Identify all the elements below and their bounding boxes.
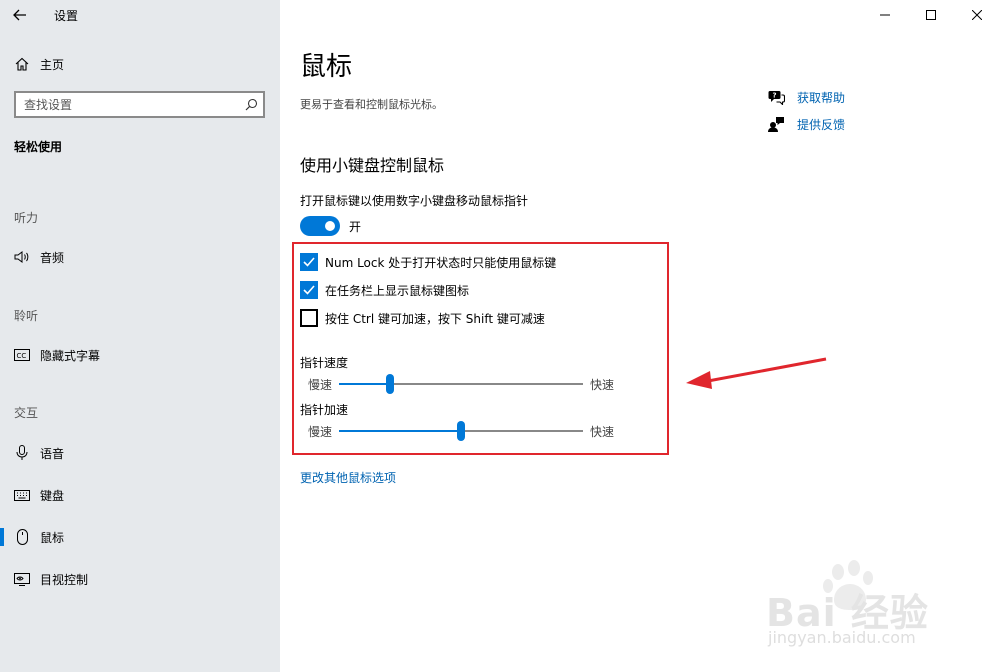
speaker-icon — [14, 249, 30, 265]
titlebar-left: 设置 — [0, 0, 280, 30]
sidebar-item-label: 键盘 — [40, 488, 65, 503]
home-icon — [14, 56, 30, 72]
minimize-icon — [880, 14, 890, 16]
give-feedback-link[interactable]: 提供反馈 — [768, 115, 845, 133]
search-input[interactable] — [16, 97, 239, 112]
svg-text:?: ? — [773, 91, 777, 99]
microphone-icon — [14, 445, 30, 461]
sidebar-item-captions[interactable]: CC 隐藏式字幕 — [0, 340, 280, 370]
sidebar: 设置 主页 轻松使用 听力 音频 聆听 CC 隐藏式字幕 交互 语音 — [0, 0, 280, 672]
mouse-icon — [14, 529, 30, 545]
mouse-keys-toggle[interactable] — [300, 216, 340, 236]
app-title: 设置 — [54, 8, 79, 23]
category-title: 轻松使用 — [14, 140, 63, 154]
sidebar-item-label: 鼠标 — [40, 530, 65, 545]
get-help-link[interactable]: ? 获取帮助 — [768, 88, 845, 106]
closed-captions-icon: CC — [14, 347, 30, 363]
minimize-button[interactable] — [862, 0, 908, 30]
sidebar-item-label: 主页 — [40, 57, 65, 72]
mouse-keys-caption: 打开鼠标键以使用数字小键盘移动鼠标指针 — [300, 194, 529, 208]
sidebar-item-label: 音频 — [40, 250, 65, 265]
toggle-knob — [325, 221, 335, 231]
section-label-hearing: 听力 — [14, 211, 39, 225]
sidebar-item-eye-control[interactable]: 目视控制 — [0, 564, 280, 594]
section-title: 使用小键盘控制鼠标 — [300, 156, 445, 175]
sidebar-item-label: 目视控制 — [40, 572, 89, 587]
sidebar-item-home[interactable]: 主页 — [0, 50, 280, 78]
give-feedback-label: 提供反馈 — [797, 117, 846, 132]
back-arrow-icon — [13, 9, 26, 21]
watermark-site: jingyan.baidu.com — [768, 628, 916, 647]
sidebar-item-speech[interactable]: 语音 — [0, 438, 280, 468]
feedback-icon — [768, 117, 784, 132]
svg-text:CC: CC — [17, 352, 27, 360]
page-title: 鼠标 — [300, 52, 353, 82]
search-icon[interactable] — [239, 93, 263, 116]
keyboard-icon — [14, 487, 30, 503]
sidebar-item-label: 隐藏式字幕 — [40, 348, 101, 363]
more-mouse-options-link[interactable]: 更改其他鼠标选项 — [300, 469, 396, 486]
sidebar-item-audio[interactable]: 音频 — [0, 242, 280, 272]
search-box[interactable] — [14, 91, 265, 118]
sidebar-item-label: 语音 — [40, 446, 65, 461]
page-description: 更易于查看和控制鼠标光标。 — [300, 98, 443, 111]
eye-control-icon — [14, 571, 30, 587]
maximize-icon — [926, 10, 936, 20]
section-label-interaction: 交互 — [14, 406, 39, 420]
get-help-label: 获取帮助 — [797, 90, 846, 105]
toggle-state-label: 开 — [349, 220, 362, 234]
maximize-button[interactable] — [908, 0, 954, 30]
baidu-watermark: Bai 经验 jingyan.baidu.com — [760, 560, 1000, 670]
close-icon — [972, 10, 982, 20]
help-links: ? 获取帮助 提供反馈 — [768, 88, 845, 142]
help-chat-icon: ? — [768, 90, 785, 105]
back-button[interactable] — [0, 0, 40, 30]
sidebar-item-keyboard[interactable]: 键盘 — [0, 480, 280, 510]
window-controls — [862, 0, 1000, 30]
section-label-listening: 聆听 — [14, 309, 39, 323]
annotation-highlight-box — [292, 242, 669, 455]
sidebar-item-mouse[interactable]: 鼠标 — [0, 522, 280, 552]
close-button[interactable] — [954, 0, 1000, 30]
annotation-arrow-icon — [686, 357, 827, 389]
active-indicator — [0, 528, 4, 546]
